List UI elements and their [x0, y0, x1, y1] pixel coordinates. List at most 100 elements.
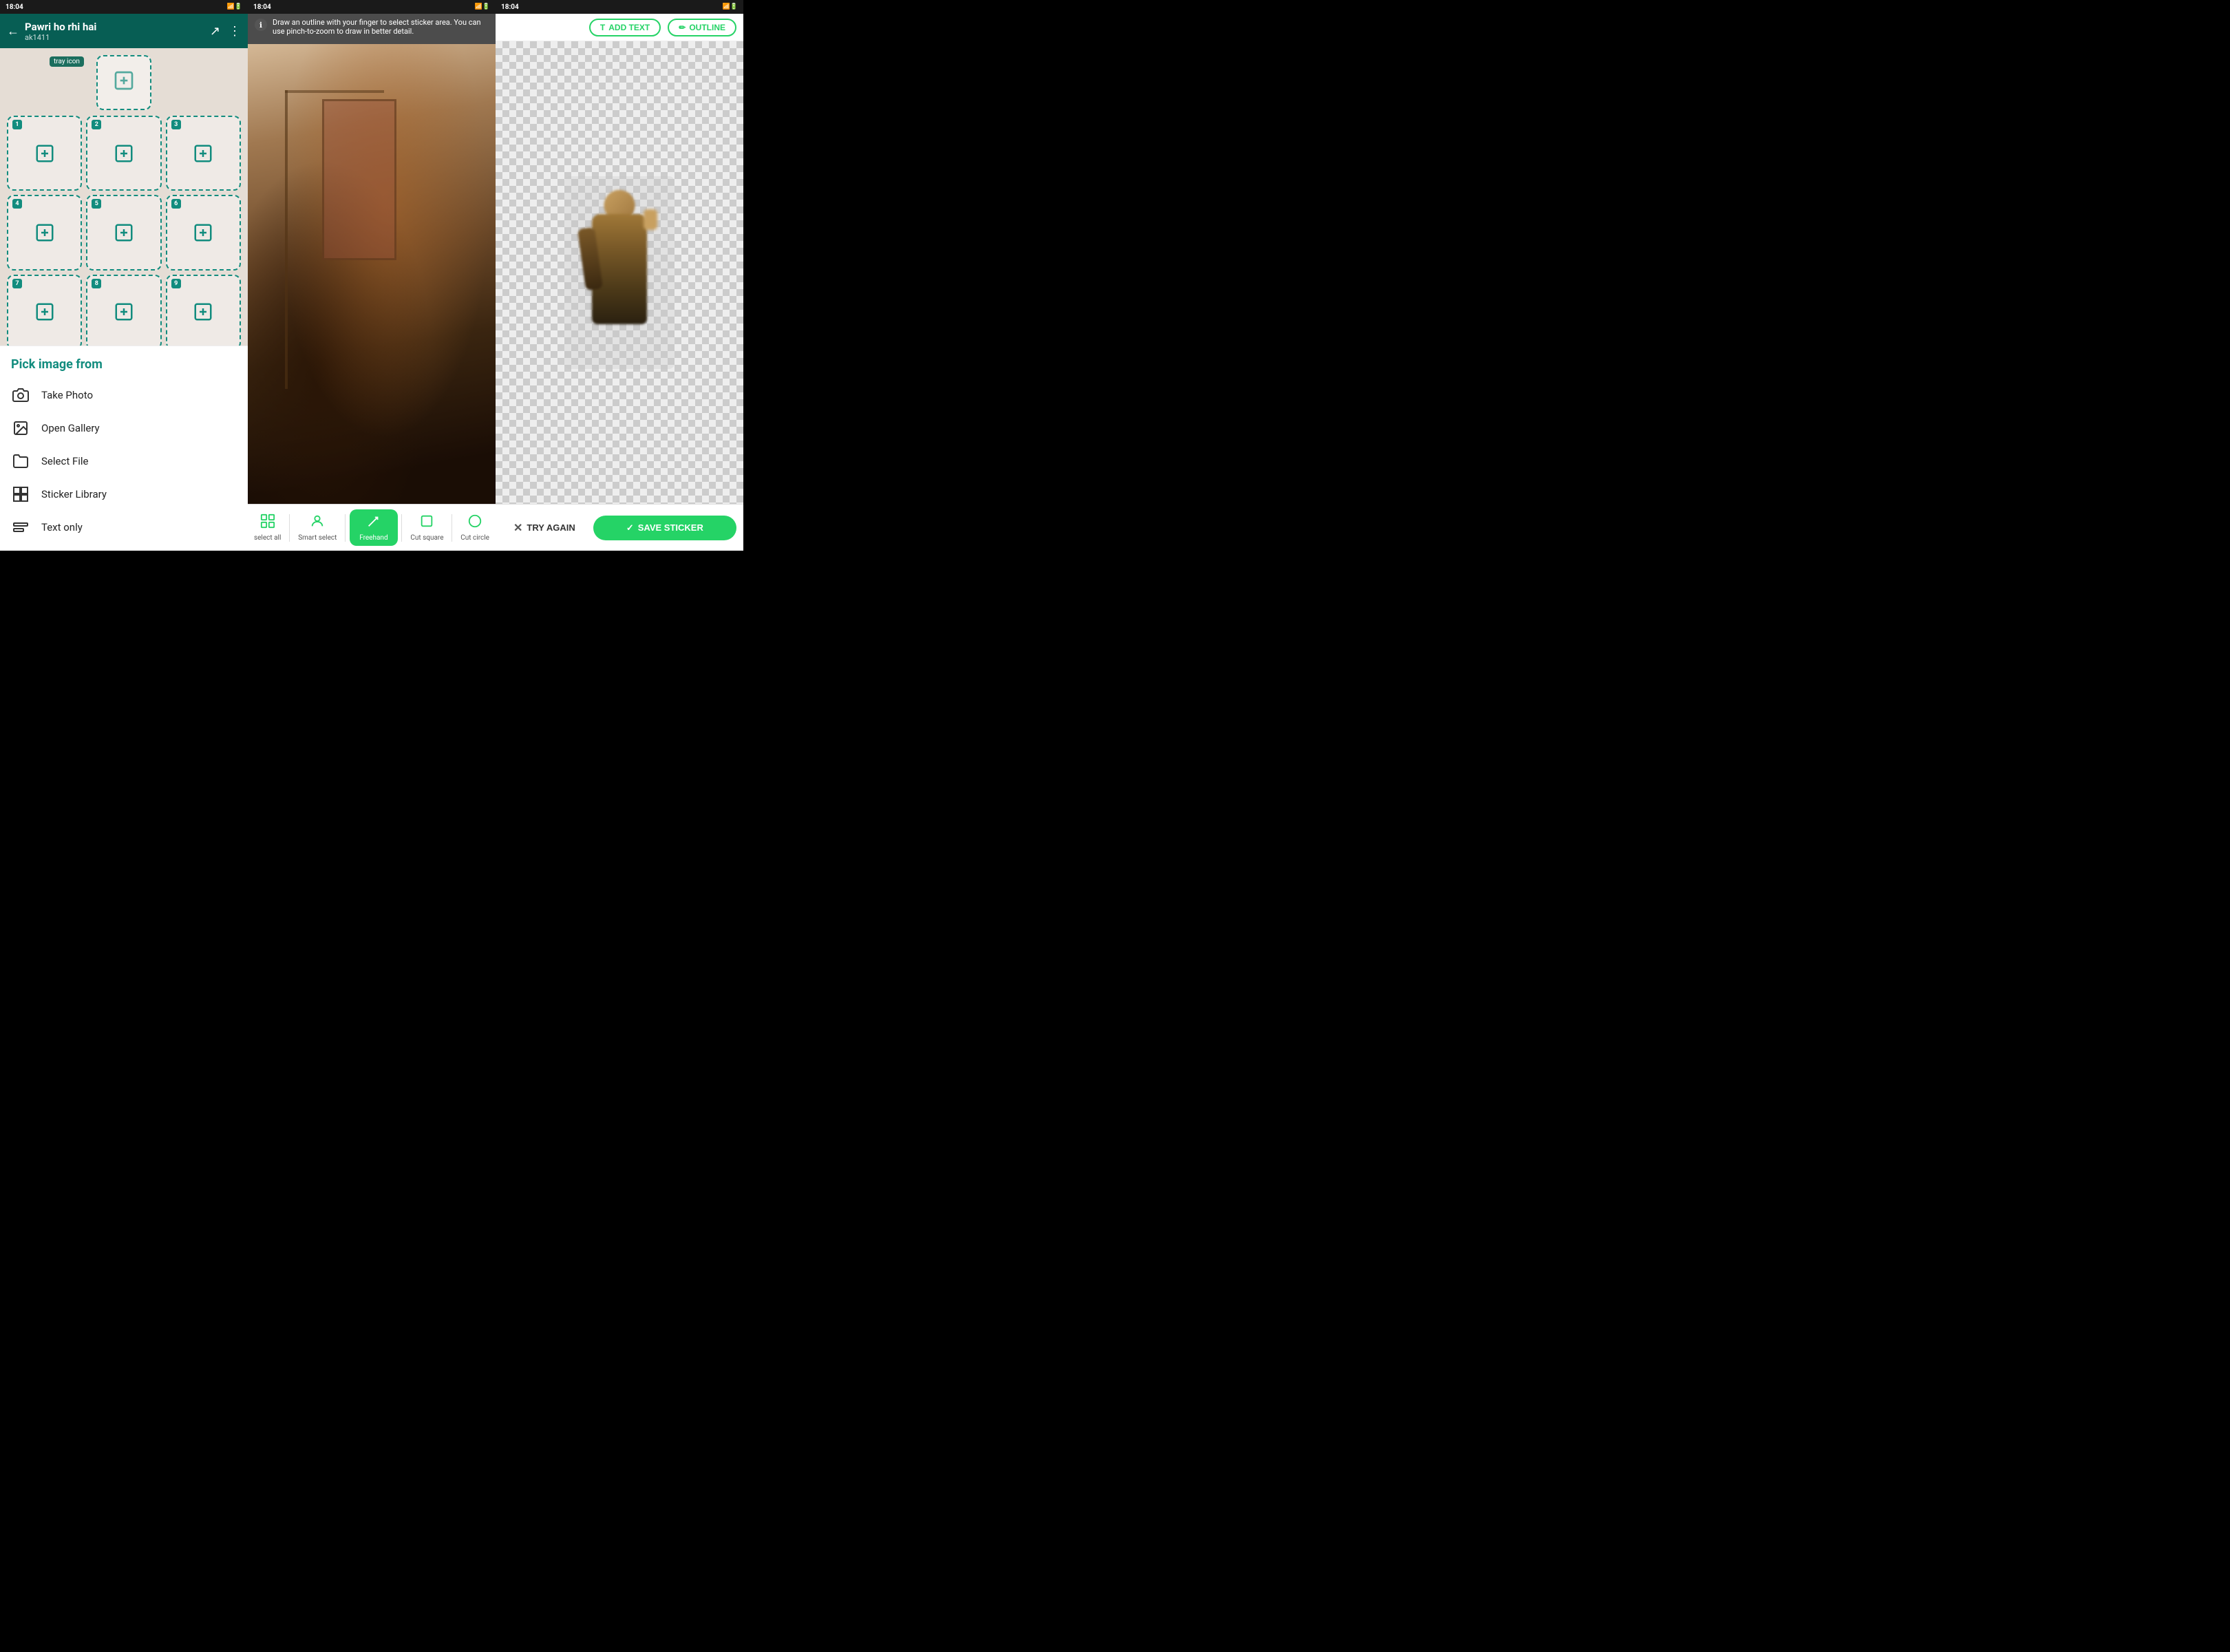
info-text: Draw an outline with your finger to sele…	[273, 18, 489, 36]
status-bar-2: 18:04 📶🔋	[248, 0, 496, 14]
sticker-cell-featured[interactable]	[96, 55, 151, 110]
try-again-label: TRY AGAIN	[527, 522, 575, 533]
freehand-icon	[366, 513, 381, 532]
select-all-button[interactable]: select all	[250, 511, 286, 544]
cut-circle-label: Cut circle	[460, 534, 489, 542]
gallery-icon	[11, 419, 30, 438]
smart-select-label: Smart select	[298, 534, 337, 542]
status-time-3: 18:04	[501, 3, 519, 11]
panel-sticker-preview: 18:04 📶🔋 T ADD TEXT ✏ OUTLINE	[496, 0, 743, 551]
outline-button[interactable]: ✏ OUTLINE	[668, 19, 736, 36]
smart-select-icon	[310, 513, 325, 532]
pick-image-title: Pick image from	[11, 357, 237, 372]
status-bar-3: 18:04 📶🔋	[496, 0, 743, 14]
cut-circle-button[interactable]: Cut circle	[456, 511, 493, 544]
sticker-grid: 1 2 3 4	[7, 116, 241, 346]
back-button[interactable]: ←	[7, 24, 19, 39]
sticker-num-7: 7	[12, 279, 22, 288]
cut-square-button[interactable]: Cut square	[406, 511, 447, 544]
add-text-icon: T	[600, 23, 605, 32]
info-bar: ℹ Draw an outline with your finger to se…	[248, 14, 496, 44]
sticker-num-8: 8	[92, 279, 101, 288]
save-sticker-button[interactable]: ✓ SAVE STICKER	[593, 516, 736, 540]
freehand-button[interactable]: Freehand	[350, 509, 397, 546]
text-only-icon	[11, 518, 30, 537]
menu-icon[interactable]: ⋮	[229, 24, 241, 39]
cut-square-icon	[419, 513, 434, 532]
option-text-only[interactable]: Text only	[11, 511, 237, 544]
select-all-icon	[260, 513, 275, 532]
divider-2	[345, 514, 346, 542]
info-icon: ℹ	[255, 19, 267, 31]
select-all-label: select all	[254, 534, 282, 542]
smart-select-button[interactable]: Smart select	[294, 511, 341, 544]
add-sticker-icon	[113, 70, 135, 96]
sticker-num-4: 4	[12, 199, 22, 209]
sticker-num-5: 5	[92, 199, 101, 209]
option-open-gallery[interactable]: Open Gallery	[11, 412, 237, 445]
folder-icon	[11, 452, 30, 471]
status-time-2: 18:04	[253, 3, 271, 11]
add-text-button[interactable]: T ADD TEXT	[589, 19, 661, 36]
divider-3	[401, 514, 402, 542]
whatsapp-header: ← Pawri ho rhi hai ak1411 ↗ ⋮	[0, 14, 248, 48]
panel-whatsapp-sticker: 18:04 📶🔋 ← Pawri ho rhi hai ak1411 ↗ ⋮ t…	[0, 0, 248, 551]
save-check-icon: ✓	[626, 522, 634, 533]
header-actions: ↗ ⋮	[210, 24, 241, 39]
sticker-cell-7[interactable]: 7	[7, 275, 82, 346]
select-file-label: Select File	[41, 455, 88, 467]
freehand-label: Freehand	[359, 534, 387, 542]
outline-label: OUTLINE	[689, 23, 725, 32]
image-canvas[interactable]	[248, 44, 496, 504]
sticker-num-1: 1	[12, 120, 22, 129]
text-only-label: Text only	[41, 521, 83, 533]
sticker-cell-5[interactable]: 5	[86, 195, 161, 270]
sticker-cell-4[interactable]: 4	[7, 195, 82, 270]
share-icon[interactable]: ↗	[210, 24, 220, 39]
sticker-library-icon	[11, 485, 30, 504]
preview-bottom-bar: ✕ TRY AGAIN ✓ SAVE STICKER	[496, 504, 743, 551]
status-bar-1: 18:04 📶🔋	[0, 0, 248, 14]
chat-name: Pawri ho rhi hai	[25, 21, 204, 33]
open-gallery-label: Open Gallery	[41, 422, 100, 434]
try-again-x-icon: ✕	[513, 521, 522, 535]
save-sticker-label: SAVE STICKER	[638, 522, 703, 533]
sticker-preview-box	[564, 176, 675, 369]
tray-icon-label: tray icon	[50, 56, 84, 67]
sticker-cell-2[interactable]: 2	[86, 116, 161, 191]
sticker-cell-6[interactable]: 6	[166, 195, 241, 270]
option-sticker-library[interactable]: Sticker Library	[11, 478, 237, 511]
sticker-library-label: Sticker Library	[41, 488, 107, 500]
status-icons-2: 📶🔋	[475, 3, 490, 10]
outline-icon: ✏	[679, 23, 686, 32]
sticker-cell-3[interactable]: 3	[166, 116, 241, 191]
preview-topbar: T ADD TEXT ✏ OUTLINE	[496, 14, 743, 41]
sticker-cell-1[interactable]: 1	[7, 116, 82, 191]
take-photo-label: Take Photo	[41, 389, 93, 401]
status-time-1: 18:04	[6, 3, 23, 11]
sticker-num-6: 6	[171, 199, 181, 209]
chat-info: Pawri ho rhi hai ak1411	[25, 21, 204, 42]
option-take-photo[interactable]: Take Photo	[11, 379, 237, 412]
status-icons-3: 📶🔋	[723, 3, 738, 10]
sticker-num-2: 2	[92, 120, 101, 129]
cut-circle-icon	[467, 513, 482, 532]
editor-toolbar: select all Smart select Freehand	[248, 504, 496, 551]
pick-image-sheet: Pick image from Take Photo Open Gallery	[0, 346, 248, 551]
chat-subtitle: ak1411	[25, 33, 204, 42]
person-hand	[644, 209, 657, 230]
try-again-button[interactable]: ✕ TRY AGAIN	[502, 516, 586, 540]
sticker-cell-9[interactable]: 9	[166, 275, 241, 346]
add-text-label: ADD TEXT	[608, 23, 650, 32]
status-icons-1: 📶🔋	[227, 3, 242, 10]
sticker-num-9: 9	[171, 279, 181, 288]
cut-square-label: Cut square	[410, 534, 443, 542]
sticker-num-3: 3	[171, 120, 181, 129]
sticker-grid-area: tray icon 1 2	[0, 48, 248, 346]
option-select-file[interactable]: Select File	[11, 445, 237, 478]
sticker-preview-canvas	[496, 41, 743, 504]
panel-image-editor: 18:04 📶🔋 ℹ Draw an outline with your fin…	[248, 0, 496, 551]
divider-1	[289, 514, 290, 542]
camera-icon	[11, 385, 30, 405]
sticker-cell-8[interactable]: 8	[86, 275, 161, 346]
